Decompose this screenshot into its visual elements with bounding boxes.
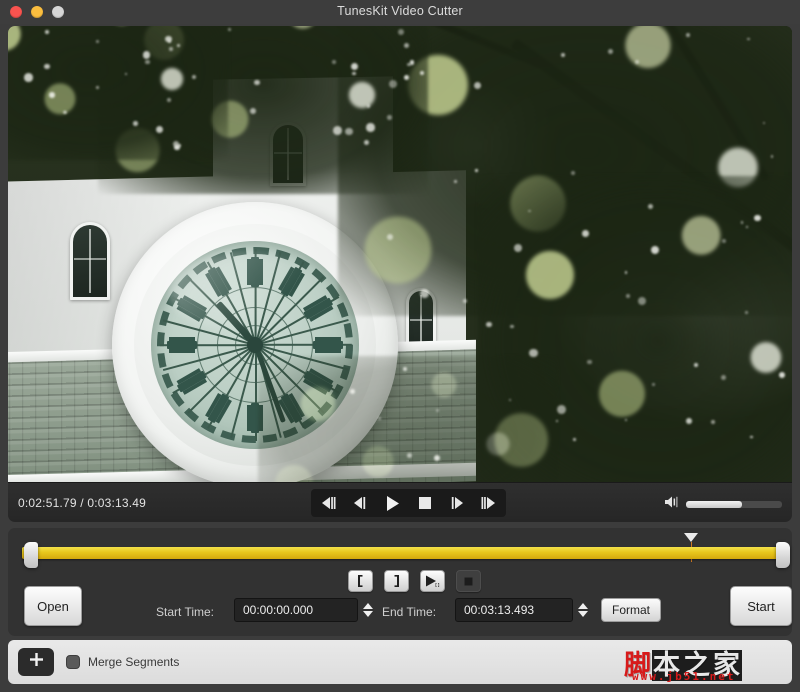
step-back-fast-button[interactable] bbox=[314, 492, 340, 514]
plus-icon bbox=[29, 652, 44, 672]
end-time-stepper[interactable] bbox=[575, 598, 591, 622]
trim-handle-start[interactable] bbox=[24, 542, 38, 568]
trim-selection-bar[interactable] bbox=[22, 547, 778, 559]
stop-button[interactable] bbox=[412, 492, 438, 514]
merge-segments-checkbox[interactable] bbox=[66, 655, 80, 669]
watermark-text: 脚本之家 bbox=[624, 650, 742, 681]
time-display: 0:02:51.79 / 0:03:13.49 bbox=[18, 496, 147, 510]
volume-control[interactable] bbox=[664, 495, 782, 514]
timeline-panel: Open Start Time: 00:00:00.000 End Time: … bbox=[8, 528, 792, 636]
play-button[interactable] bbox=[379, 492, 405, 514]
format-button[interactable]: Format bbox=[601, 598, 661, 622]
speaker-icon[interactable] bbox=[664, 495, 679, 514]
tower-window bbox=[270, 122, 306, 186]
window-title: TunesKit Video Cutter bbox=[337, 4, 463, 18]
start-time-label: Start Time: bbox=[156, 605, 215, 619]
end-time-input[interactable]: 00:03:13.493 bbox=[455, 598, 573, 622]
trim-track[interactable] bbox=[22, 542, 790, 568]
transport-bar: 0:02:51.79 / 0:03:13.49 bbox=[8, 482, 792, 522]
preview-selection-button[interactable] bbox=[420, 570, 445, 592]
clock-center-hub bbox=[247, 337, 263, 353]
set-end-point-button[interactable] bbox=[384, 570, 409, 592]
end-time-stepper-up[interactable] bbox=[578, 603, 588, 609]
clock-face bbox=[151, 241, 359, 449]
video-preview-panel[interactable] bbox=[8, 26, 792, 482]
merge-segments-label: Merge Segments bbox=[88, 655, 180, 669]
clock-numeral bbox=[313, 341, 343, 349]
step-forward-button[interactable] bbox=[444, 492, 470, 514]
facade-window-left bbox=[70, 222, 110, 300]
title-bar: TunesKit Video Cutter bbox=[0, 0, 800, 24]
add-segment-button[interactable] bbox=[18, 648, 54, 676]
transport-button-group bbox=[311, 489, 506, 517]
set-start-point-button[interactable] bbox=[348, 570, 373, 592]
clock-glass-glint bbox=[169, 251, 319, 331]
step-forward-fast-button[interactable] bbox=[477, 492, 503, 514]
trim-handle-end[interactable] bbox=[776, 542, 790, 568]
clock-numeral bbox=[251, 403, 259, 433]
end-time-stepper-down[interactable] bbox=[578, 611, 588, 617]
video-frame bbox=[8, 26, 792, 482]
step-back-button[interactable] bbox=[347, 492, 373, 514]
watermark-url: www.jb51.net bbox=[632, 670, 736, 683]
volume-slider[interactable] bbox=[686, 501, 782, 508]
stop-preview-button bbox=[456, 570, 481, 592]
start-time-stepper[interactable] bbox=[360, 598, 376, 622]
tuneskit-video-cutter-window: TunesKit Video Cutter 0:02:51.79 / 0:03:… bbox=[0, 0, 800, 692]
segments-bar: Merge Segments 脚本之家 www.jb51.net bbox=[8, 640, 792, 684]
volume-slider-fill bbox=[686, 501, 742, 508]
playhead-marker[interactable] bbox=[684, 533, 698, 542]
clock-numeral bbox=[167, 341, 197, 349]
end-time-label: End Time: bbox=[382, 605, 437, 619]
open-button[interactable]: Open bbox=[24, 586, 82, 626]
start-time-stepper-down[interactable] bbox=[363, 611, 373, 617]
start-conversion-button[interactable]: Start bbox=[730, 586, 792, 626]
start-time-stepper-up[interactable] bbox=[363, 603, 373, 609]
trim-button-group bbox=[348, 570, 481, 592]
watermark: 脚本之家 www.jb51.net bbox=[624, 643, 784, 683]
start-time-input[interactable]: 00:00:00.000 bbox=[234, 598, 358, 622]
